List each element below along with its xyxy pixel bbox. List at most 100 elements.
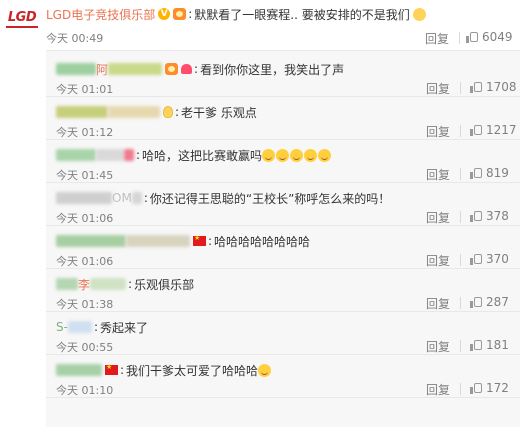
- heart-icon: [181, 64, 193, 74]
- like-count: 181: [486, 338, 509, 352]
- reply-item: S- : 秀起来了 今天 00:55 回复 181: [46, 313, 520, 355]
- like-button[interactable]: 819: [470, 166, 509, 180]
- avatar[interactable]: [56, 106, 108, 118]
- divider: [460, 211, 461, 223]
- reply-item: 阿 : 看到你你这里，我笑出了声 今天 01:01 回复 1708: [46, 55, 520, 97]
- lgd-logo[interactable]: LGD: [4, 4, 40, 34]
- reply-item: : 哈哈，这把比赛敢赢吗 今天 01:45 回复 819: [46, 141, 520, 183]
- like-button[interactable]: 6049: [466, 30, 513, 44]
- fan-badge-icon: [165, 63, 179, 75]
- reply-text: 乐观俱乐部: [134, 277, 195, 292]
- reply-button[interactable]: 回复: [426, 123, 450, 140]
- laughing-emoji-icon: [258, 363, 272, 377]
- divider: [460, 125, 461, 137]
- laughing-emoji-icon: [290, 148, 304, 162]
- divider: [460, 168, 461, 180]
- reply-time: 今天 01:10: [56, 384, 114, 397]
- like-button[interactable]: 287: [470, 295, 509, 309]
- divider: [460, 82, 461, 94]
- reply-item: : 老干爹 乐观点 今天 01:12 回复 1217: [46, 98, 520, 140]
- avatar[interactable]: [56, 149, 96, 161]
- avatar[interactable]: [56, 364, 102, 376]
- like-count: 1708: [486, 80, 517, 94]
- like-button[interactable]: 370: [470, 252, 509, 266]
- reply-text: 秀起来了: [100, 320, 149, 335]
- like-button[interactable]: 1708: [470, 80, 517, 94]
- reply-button[interactable]: 回复: [426, 209, 450, 226]
- divider: [459, 32, 460, 44]
- reply-button[interactable]: 回复: [426, 338, 450, 355]
- divider: [460, 383, 461, 395]
- comment-time: 今天 00:49: [46, 32, 104, 45]
- like-count: 287: [486, 295, 509, 309]
- china-flag-icon: [105, 363, 118, 375]
- reply-text: 我们干爹太可爱了哈哈哈: [126, 363, 259, 378]
- reply-button[interactable]: 回复: [426, 80, 450, 97]
- reply-item: : 哈哈哈哈哈哈哈哈 今天 01:06 回复 370: [46, 227, 520, 269]
- reply-item: 李 : 乐观俱乐部 今天 01:38 回复 287: [46, 270, 520, 312]
- verified-icon: V: [158, 8, 171, 20]
- avatar[interactable]: [56, 192, 112, 204]
- like-count: 1217: [486, 123, 517, 137]
- reply-item: OM : 你还记得王思聪的“王校长”称呼怎么来的吗！ 今天 01:06 回复 3…: [46, 184, 520, 226]
- avatar[interactable]: [56, 278, 78, 290]
- reply-time: 今天 01:45: [56, 169, 114, 182]
- reply-text: 老干爹 乐观点: [181, 105, 257, 120]
- thumbs-up-icon: [470, 296, 482, 308]
- thumbs-up-icon: [470, 339, 482, 351]
- main-comment-line: LGD电子竞技俱乐部 V : 默默看了一眼赛程.. 要被安排的不是我们: [46, 6, 426, 22]
- laughing-emoji-icon: [276, 148, 290, 162]
- divider: [460, 340, 461, 352]
- reply-time: 今天 01:01: [56, 83, 114, 96]
- fan-badge-icon: [173, 8, 187, 20]
- divider: [460, 254, 461, 266]
- reply-text: 看到你你这里，我笑出了声: [200, 62, 345, 77]
- reply-text: 哈哈，这把比赛敢赢吗: [142, 148, 263, 163]
- thumbs-up-icon: [470, 124, 482, 136]
- reply-button[interactable]: 回复: [425, 30, 449, 47]
- like-button[interactable]: 181: [470, 338, 509, 352]
- like-button[interactable]: 378: [470, 209, 509, 223]
- laughing-emoji-icon: [304, 148, 318, 162]
- cat-emoji-icon: [412, 7, 426, 21]
- laughing-emoji-icon: [262, 148, 276, 162]
- replies-panel: 阿 : 看到你你这里，我笑出了声 今天 01:01 回复 1708 : 老干爹 …: [46, 50, 520, 427]
- main-comment: LGD LGD电子竞技俱乐部 V : 默默看了一眼赛程.. 要被安排的不是我们 …: [0, 0, 520, 50]
- like-count: 378: [486, 209, 509, 223]
- divider: [460, 297, 461, 309]
- like-count: 172: [486, 381, 509, 395]
- avatar[interactable]: [56, 235, 126, 247]
- thumbs-up-icon: [470, 210, 482, 222]
- thumbs-up-icon: [466, 31, 478, 43]
- laughing-emoji-icon: [318, 148, 332, 162]
- username-link[interactable]: S-: [56, 320, 68, 334]
- reply-time: 今天 01:12: [56, 126, 114, 139]
- reply-text: 哈哈哈哈哈哈哈哈: [214, 234, 311, 249]
- thumbs-up-icon: [470, 253, 482, 265]
- reply-button[interactable]: 回复: [426, 252, 450, 269]
- china-flag-icon: [193, 234, 206, 246]
- reply-time: 今天 01:38: [56, 298, 114, 311]
- like-count: 819: [486, 166, 509, 180]
- username-link[interactable]: OM: [112, 191, 132, 205]
- like-count: 370: [486, 252, 509, 266]
- reply-button[interactable]: 回复: [426, 295, 450, 312]
- comment-text: 默默看了一眼赛程.. 要被安排的不是我们: [194, 7, 410, 22]
- username-link[interactable]: 李: [78, 276, 90, 293]
- like-button[interactable]: 1217: [470, 123, 517, 137]
- username-link[interactable]: LGD电子竞技俱乐部: [46, 6, 155, 23]
- like-button[interactable]: 172: [470, 381, 509, 395]
- reply-button[interactable]: 回复: [426, 166, 450, 183]
- reply-item: : 我们干爹太可爱了哈哈哈 今天 01:10 回复 172: [46, 356, 520, 398]
- reply-time: 今天 01:06: [56, 255, 114, 268]
- avatar[interactable]: [56, 63, 96, 75]
- reply-button[interactable]: 回复: [426, 381, 450, 398]
- reply-text: 你还记得王思聪的“王校长”称呼怎么来的吗！: [149, 191, 391, 206]
- thumbs-up-icon: [470, 382, 482, 394]
- username-link[interactable]: 阿: [96, 61, 108, 78]
- reply-time: 今天 00:55: [56, 341, 114, 354]
- reply-time: 今天 01:06: [56, 212, 114, 225]
- thumbs-up-icon: [470, 81, 482, 93]
- thumbs-up-icon: [470, 167, 482, 179]
- lightbulb-icon: [163, 106, 173, 118]
